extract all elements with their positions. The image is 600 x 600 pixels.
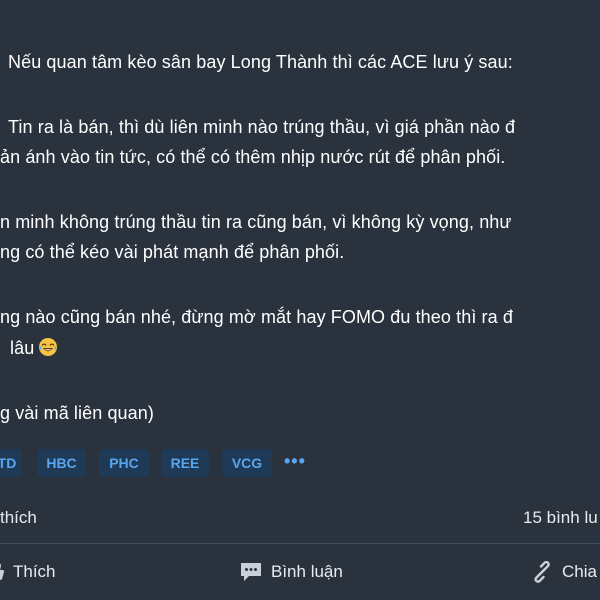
more-tags-button[interactable]: •••	[284, 449, 306, 477]
post-card: Nếu quan tâm kèo sân bay Long Thành thì …	[0, 0, 600, 600]
comment-icon	[241, 563, 261, 581]
stock-tag[interactable]: TD	[0, 449, 22, 477]
thumbs-up-icon	[0, 563, 4, 580]
post-text-line: Nếu quan tâm kèo sân bay Long Thành thì …	[8, 52, 513, 72]
divider	[0, 543, 600, 544]
comment-count[interactable]: 15 bình lu	[523, 507, 598, 529]
like-label: Thích	[13, 562, 56, 581]
stock-tag[interactable]: VCG	[222, 449, 272, 477]
stock-tag[interactable]: PHC	[99, 449, 149, 477]
like-button[interactable]: Thích	[0, 559, 56, 585]
comment-label: Bình luận	[271, 562, 343, 581]
post-text-line: n minh không trúng thầu tin ra cũng bán,…	[0, 212, 512, 232]
laughing-tears-emoji-icon	[39, 338, 58, 356]
share-label: Chia	[562, 562, 597, 581]
post-text-line: ng có thể kéo vài phát mạnh để phân phối…	[0, 242, 345, 262]
post-text-line-with-emoji: lâu	[10, 336, 58, 360]
stock-tag[interactable]: HBC	[37, 449, 86, 477]
post-text-line: Tin ra là bán, thì dù liên minh nào trún…	[8, 117, 516, 137]
post-text-line: ng nào cũng bán nhé, đừng mờ mắt hay FOM…	[0, 307, 513, 327]
post-text-line: g vài mã liên quan)	[0, 403, 154, 423]
share-button[interactable]: Chia	[531, 559, 597, 585]
post-text-segment: lâu	[10, 338, 35, 358]
stock-tag[interactable]: REE	[161, 449, 209, 477]
comment-button[interactable]: Bình luận	[240, 559, 343, 585]
like-count[interactable]: thích	[0, 507, 37, 529]
link-icon	[534, 561, 550, 583]
post-text-line: ản ánh vào tin tức, có thể có thêm nhịp …	[0, 147, 506, 167]
